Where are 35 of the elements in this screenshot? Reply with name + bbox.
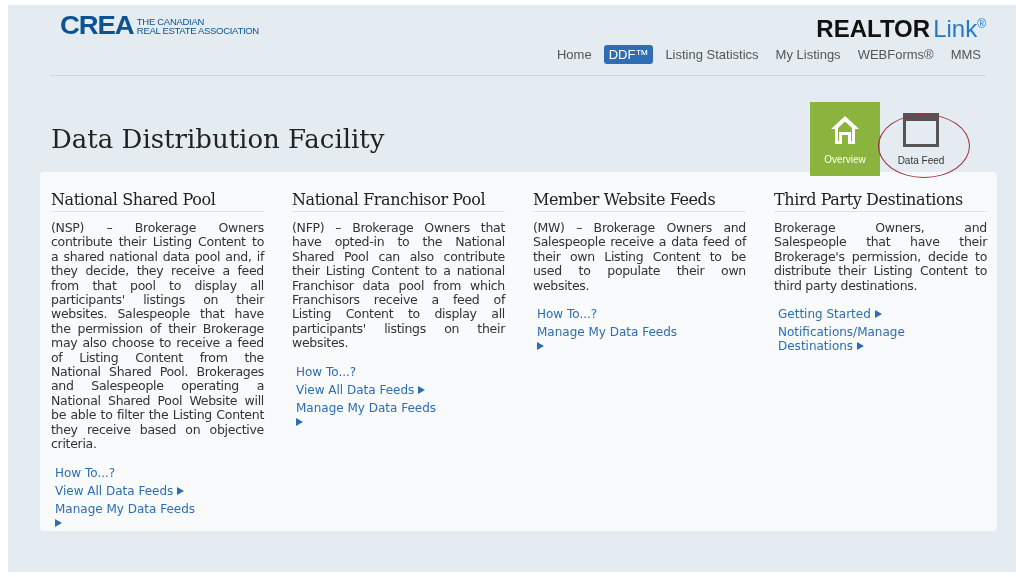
- nav-tab[interactable]: Listing Statistics: [660, 45, 764, 64]
- nav-tab[interactable]: WEBForms®: [852, 45, 939, 64]
- section-text: (NSP) – Brokerage Owners contribute their Listing Content to a shared national data pool and, if they decide, they receive a feed from that pool to display all participants' listings on their websites. Salespeople that have the permission of their Brokerage may also choose to receive a feed of Listing Content from the National Shared Pool. Brokerages and Salespeople operating a National Shared Pool Website will be able to filter the Listing Content they receive based on objective criteria.: [51, 221, 264, 452]
- section-link[interactable]: View All Data Feeds: [55, 483, 185, 498]
- nav-tab[interactable]: MMS: [945, 45, 986, 64]
- section-link[interactable]: How To...?: [55, 465, 116, 480]
- section-link[interactable]: View All Data Feeds: [296, 382, 426, 397]
- section-link[interactable]: Manage My Data Feeds: [537, 325, 687, 354]
- section-link[interactable]: How To...?: [296, 364, 357, 379]
- triangle-icon: [874, 310, 882, 319]
- triangle-icon: [856, 342, 864, 351]
- nav-tab[interactable]: Home: [552, 45, 597, 64]
- section-link[interactable]: Manage My Data Feeds: [55, 501, 205, 530]
- section-text: Brokerage Owners, and Salespeople that have their Brokerage's permission, decide to distribute their Listing Content to third party destinations.: [774, 221, 987, 294]
- home-icon: [829, 113, 861, 146]
- brand-logo: REALTOR Link$^{®}$: [816, 15, 986, 43]
- section-text: (MW) – Brokerage Owners and Salespeople receive a data feed of their own Listing Content to be used to populate their own websites.: [533, 221, 746, 294]
- triangle-icon: [296, 417, 303, 426]
- section-link[interactable]: Manage My Data Feeds: [296, 400, 446, 429]
- triangle-icon: [177, 486, 185, 495]
- triangle-icon: [537, 342, 544, 351]
- section-link[interactable]: Notifications/Manage Destinations: [778, 325, 928, 354]
- section-link[interactable]: Getting Started: [778, 307, 882, 322]
- section-heading: Member Website Feeds: [533, 190, 746, 212]
- section-heading: National Shared Pool: [51, 190, 264, 212]
- triangle-icon: [55, 518, 62, 527]
- section-heading: Third Party Destinations: [774, 190, 987, 212]
- nav-tab[interactable]: DDF™: [603, 45, 654, 64]
- nav-tab[interactable]: My Listings: [770, 45, 846, 64]
- triangle-icon: [418, 385, 426, 394]
- section-heading: National Franchisor Pool: [292, 190, 505, 212]
- section-text: (NFP) – Brokerage Owners that have opted-in to the National Shared Pool can also contribute their Listing Content to a national Franchisor data pool from which Franchisors receive a feed of Listing Content to display all participants' listings on their websites.: [292, 221, 505, 351]
- page-title: Data Distribution Facility: [51, 124, 385, 154]
- window-icon: [903, 112, 939, 147]
- section-link[interactable]: How To...?: [537, 307, 598, 322]
